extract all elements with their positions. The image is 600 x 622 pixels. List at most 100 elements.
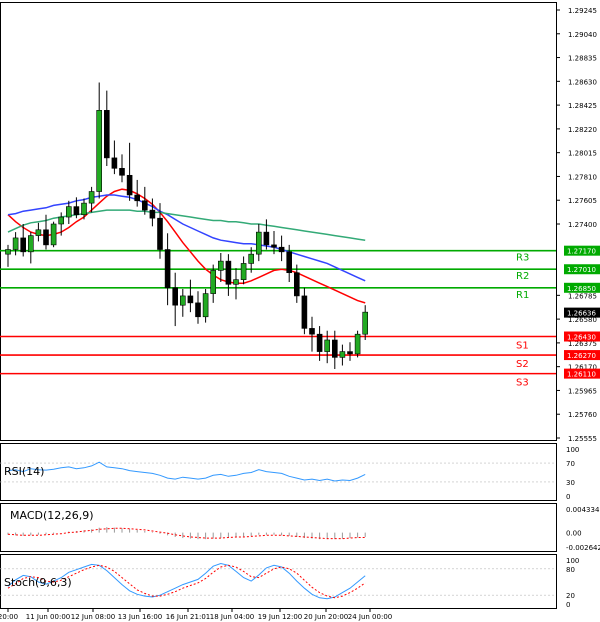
indicator-tick-label: 100 <box>566 557 579 565</box>
rsi-panel: 100 70 30 0 RSI(14) <box>0 446 579 501</box>
candle-body-bullish <box>210 270 216 294</box>
candle-body-bearish <box>293 272 300 297</box>
price-tick-label: 1.28630 <box>568 78 597 86</box>
level-name-s1: S1 <box>516 341 529 352</box>
candle <box>172 272 178 327</box>
candle-body-bullish <box>240 263 247 280</box>
candle-body-bullish <box>362 311 369 335</box>
candle-body-bearish <box>271 244 277 248</box>
rsi-frame <box>0 443 557 501</box>
candle <box>263 219 270 250</box>
candle <box>293 264 300 303</box>
candle <box>347 342 353 361</box>
level-price-label: 1.26110 <box>567 371 596 379</box>
price-tick-label: 1.28220 <box>568 126 597 134</box>
candle <box>225 254 232 296</box>
candle <box>66 200 72 224</box>
indicator-tick-label: 80 <box>566 566 575 574</box>
chart-canvas: 1.29245 1.29040 1.28835 1.28630 1.28425 1.282… <box>0 2 600 621</box>
candle-body-bullish <box>35 229 42 236</box>
price-tick-label: 1.28015 <box>568 150 597 158</box>
time-tick-label: 11 Jun 00:00 <box>26 613 70 621</box>
current-price-label: 1.26636 <box>567 310 596 318</box>
candle-body-bearish <box>316 333 323 352</box>
candle <box>50 221 57 248</box>
level-name-r1: R1 <box>516 290 529 301</box>
candle-body-bullish <box>202 293 209 318</box>
indicator-tick-label: 30 <box>566 479 575 487</box>
candle-body-bearish <box>126 174 133 196</box>
moving-average-line <box>7 188 366 304</box>
candle-body-bullish <box>5 249 11 255</box>
level-name-s2: S2 <box>516 359 529 370</box>
candle <box>354 330 361 358</box>
moving-average-line <box>7 194 366 282</box>
level-price-label: 1.26430 <box>567 334 596 342</box>
candle-body-bearish <box>73 206 80 216</box>
candle-body-bearish <box>286 251 293 274</box>
price-tick-label: 1.27400 <box>568 221 597 229</box>
candle-body-bullish <box>88 191 95 204</box>
level-price-label: 1.27010 <box>567 266 596 274</box>
candle-body-bullish <box>180 295 186 306</box>
time-axis: 20:00 11 Jun 00:00 12 Jun 08:00 13 Jun 16:0… <box>0 608 392 621</box>
candle-body-bearish <box>119 168 125 176</box>
level-price-label: 1.26270 <box>567 352 596 360</box>
time-tick-label: 18 Jun 04:00 <box>210 613 254 621</box>
candle-body-bearish <box>111 157 118 169</box>
candle-body-bearish <box>20 237 27 253</box>
indicator-tick-label: 100 <box>566 446 579 454</box>
stoch-panel: 10080 200 Stoch(9,6,3) <box>0 557 579 609</box>
candle-body-bearish <box>195 302 201 318</box>
macd-label: MACD(12,26,9) <box>10 509 94 522</box>
stoch-label: Stoch(9,6,3) <box>4 576 72 589</box>
indicator-tick-label: 0 <box>566 493 570 501</box>
candle-body-bearish <box>149 209 156 219</box>
candle <box>164 233 171 306</box>
candle <box>5 244 11 267</box>
candle-body-bullish <box>255 231 262 255</box>
candle <box>187 279 194 313</box>
candle <box>104 90 110 167</box>
macd-panel: 0.004334 0.00 -0.002642 MACD(12,26,9) <box>7 506 600 552</box>
price-tick-label: 1.29040 <box>568 31 597 39</box>
time-tick-label: 12 Jun 08:00 <box>71 613 115 621</box>
candle-body-bullish <box>354 333 361 355</box>
candle-body-bullish <box>218 260 224 271</box>
candle <box>301 287 308 335</box>
candle-body-bullish <box>58 216 65 225</box>
level-name-s3: S3 <box>516 378 529 389</box>
candle-body-bearish <box>43 229 49 246</box>
price-tick-label: 1.25760 <box>568 411 597 419</box>
candle <box>339 344 346 366</box>
price-tick-label: 1.27605 <box>568 197 597 205</box>
price-tick-label: 1.26785 <box>568 292 597 300</box>
candle-body-bullish <box>50 223 57 246</box>
candle-body-bearish <box>157 217 163 250</box>
main-frame <box>0 2 557 441</box>
candle <box>278 235 285 262</box>
price-tick-label: 1.28835 <box>568 55 597 63</box>
price-tick-label: 1.27810 <box>568 173 597 181</box>
candle <box>233 268 239 300</box>
price-tick-label: 1.25555 <box>568 435 597 443</box>
level-name-r2: R2 <box>516 271 529 282</box>
candle-body-bullish <box>248 253 254 264</box>
indicator-tick-label: 20 <box>566 592 575 600</box>
indicator-tick-label: 0 <box>566 601 570 609</box>
candle-body-bullish <box>96 110 102 192</box>
indicator-tick-label: 0.004334 <box>566 506 600 514</box>
rsi-label: RSI(14) <box>4 465 44 478</box>
candle <box>27 232 34 264</box>
time-tick-label: 16 Jun 21:01 <box>166 613 210 621</box>
candle <box>96 82 102 199</box>
price-tick-label: 1.29245 <box>568 7 597 15</box>
candle-body-bearish <box>225 260 232 285</box>
candle <box>126 142 133 201</box>
candle <box>324 330 331 364</box>
candle <box>309 316 315 352</box>
level-price-label: 1.27170 <box>567 248 596 256</box>
stoch-frame <box>0 554 557 609</box>
candle <box>240 256 247 285</box>
candle-body-bullish <box>66 206 72 218</box>
